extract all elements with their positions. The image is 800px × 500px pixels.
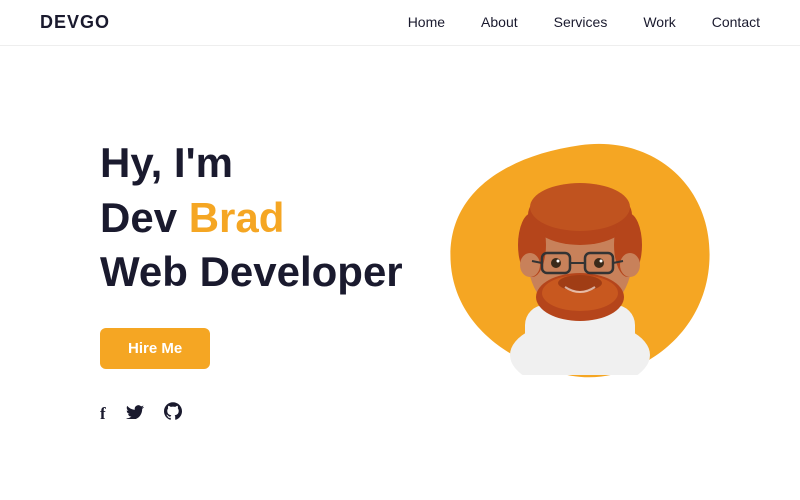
nav-work[interactable]: Work	[643, 14, 675, 30]
facebook-icon[interactable]: f	[100, 404, 106, 424]
hire-me-button[interactable]: Hire Me	[100, 328, 210, 369]
navbar: DEVGO Home About Services Work Contact	[0, 0, 800, 46]
nav-home[interactable]: Home	[408, 14, 445, 30]
nav-links: Home About Services Work Contact	[408, 14, 760, 32]
person-illustration	[470, 125, 690, 375]
hero-section: Hy, I'm Dev Brad Web Developer Hire Me	[0, 46, 800, 439]
hero-heading: Hy, I'm Dev Brad Web Developer	[100, 136, 440, 300]
twitter-icon[interactable]	[126, 403, 144, 424]
github-icon[interactable]	[164, 402, 182, 425]
nav-services[interactable]: Services	[554, 14, 608, 30]
hero-text: Hy, I'm Dev Brad Web Developer Hire Me	[100, 136, 440, 369]
nav-contact[interactable]: Contact	[712, 14, 760, 30]
hero-name-highlight: Brad	[189, 194, 285, 241]
nav-about[interactable]: About	[481, 14, 518, 30]
logo: DEVGO	[40, 12, 110, 33]
social-bar: f	[100, 402, 182, 439]
hero-image	[440, 113, 720, 393]
hero-name-prefix: Dev	[100, 194, 189, 241]
hero-title: Web Developer	[100, 248, 403, 295]
hero-greeting: Hy, I'm	[100, 139, 233, 186]
